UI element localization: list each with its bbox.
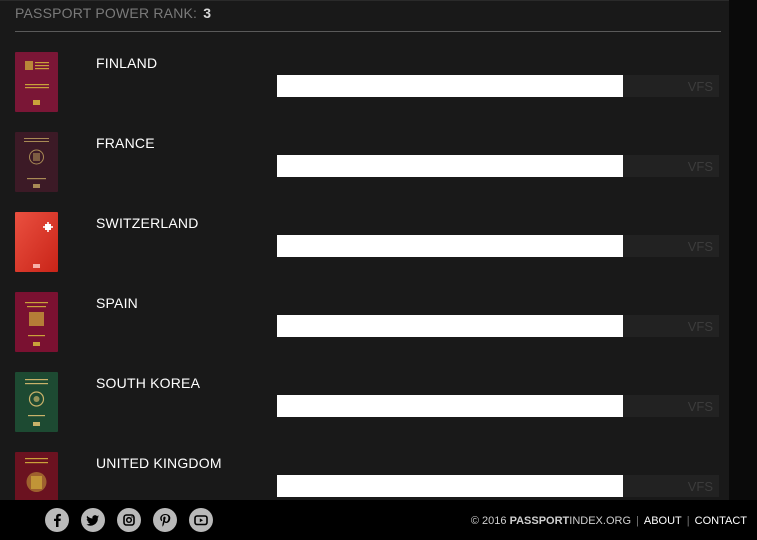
copyright-year: © 2016: [470, 515, 507, 527]
pinterest-icon[interactable]: [153, 508, 177, 532]
power-bar-track: VFS: [277, 395, 719, 417]
power-bar-fill: [277, 475, 624, 497]
power-bar-fill: [277, 395, 624, 417]
vfs-label: VFS: [687, 479, 713, 494]
country-name[interactable]: SOUTH KOREA: [96, 375, 200, 391]
brand-bold: PASSPORT: [509, 515, 570, 527]
twitter-icon[interactable]: [81, 508, 105, 532]
vfs-label: VFS: [687, 79, 713, 94]
separator: |: [686, 515, 690, 527]
power-bar-track: VFS: [277, 235, 719, 257]
country-row-switzerland[interactable]: SWITZERLAND VFS: [0, 212, 729, 292]
instagram-icon[interactable]: [117, 508, 141, 532]
vfs-label: VFS: [687, 399, 713, 414]
rank-divider: [15, 31, 721, 32]
footer-links: © 2016 PASSPORTINDEX.ORG | ABOUT | CONTA…: [471, 515, 747, 527]
passport-cover-france[interactable]: [15, 132, 58, 192]
finland-passport-icon: [15, 52, 58, 112]
power-bar-fill: [277, 75, 624, 97]
power-bar-fill: [277, 155, 624, 177]
separator: |: [636, 515, 639, 527]
vfs-label: VFS: [687, 159, 713, 174]
country-name[interactable]: SWITZERLAND: [96, 215, 199, 231]
passport-cover-south-korea[interactable]: [15, 372, 58, 432]
france-passport-icon: [15, 132, 58, 192]
spain-passport-icon: [15, 292, 58, 352]
vfs-label: VFS: [687, 319, 713, 334]
about-link[interactable]: ABOUT: [644, 515, 682, 527]
contact-link[interactable]: CONTACT: [695, 515, 747, 527]
footer: © 2016 PASSPORTINDEX.ORG | ABOUT | CONTA…: [0, 500, 757, 540]
country-name[interactable]: FRANCE: [96, 135, 155, 151]
country-name[interactable]: SPAIN: [96, 295, 138, 311]
country-name[interactable]: UNITED KINGDOM: [96, 455, 222, 471]
united-kingdom-passport-icon: [15, 452, 58, 501]
country-row-united-kingdom[interactable]: UNITED KINGDOM VFS: [0, 452, 729, 501]
youtube-icon[interactable]: [189, 508, 213, 532]
country-name[interactable]: FINLAND: [96, 55, 157, 71]
passport-cover-finland[interactable]: [15, 52, 58, 112]
power-bar-track: VFS: [277, 75, 719, 97]
power-bar-fill: [277, 315, 624, 337]
country-row-finland[interactable]: FINLAND VFS: [0, 52, 729, 132]
power-bar-track: VFS: [277, 475, 719, 497]
power-bar-track: VFS: [277, 155, 719, 177]
power-bar-track: VFS: [277, 315, 719, 337]
country-row-france[interactable]: FRANCE VFS: [0, 132, 729, 212]
rank-header: PASSPORT POWER RANK: 3: [15, 5, 211, 21]
passport-cover-united-kingdom[interactable]: [15, 452, 58, 501]
country-row-spain[interactable]: SPAIN VFS: [0, 292, 729, 372]
copyright: © 2016 PASSPORTINDEX.ORG: [471, 515, 631, 527]
facebook-icon[interactable]: [45, 508, 69, 532]
passport-cover-switzerland[interactable]: [15, 212, 58, 272]
south-korea-passport-icon: [15, 372, 58, 432]
power-bar-fill: [277, 235, 624, 257]
passport-rank-panel: PASSPORT POWER RANK: 3 FINLAND VFS FRANC…: [0, 0, 729, 501]
rank-label: PASSPORT POWER RANK:: [15, 5, 198, 21]
vfs-label: VFS: [687, 239, 713, 254]
rank-value: 3: [203, 5, 212, 21]
social-links: [45, 508, 213, 532]
passport-cover-spain[interactable]: [15, 292, 58, 352]
country-row-south-korea[interactable]: SOUTH KOREA VFS: [0, 372, 729, 452]
switzerland-passport-icon: [15, 212, 58, 272]
brand-rest: INDEX.ORG: [569, 515, 632, 527]
